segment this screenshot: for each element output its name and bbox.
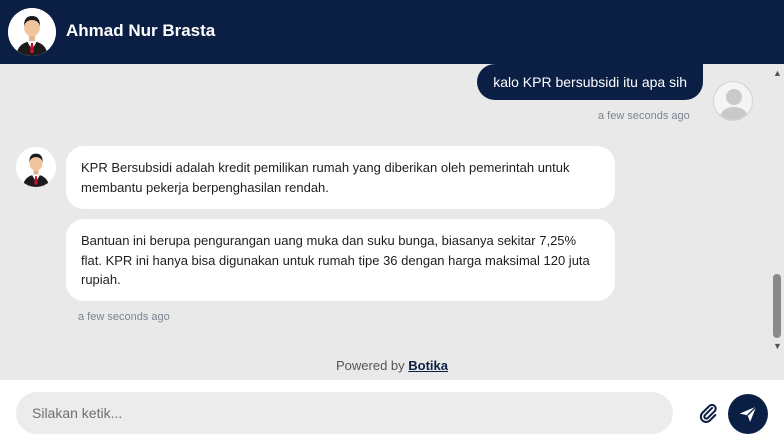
- bot-name: Ahmad Nur Brasta: [66, 21, 216, 40]
- bot-avatar: [16, 147, 56, 187]
- send-button[interactable]: [728, 394, 768, 434]
- user-avatar: [713, 81, 753, 121]
- bot-message-timestamp: a few seconds ago: [78, 311, 170, 323]
- bot-message-bubble: KPR Bersubsidi adalah kredit pemilikan r…: [66, 146, 615, 209]
- powered-by: Powered by Botika: [0, 358, 784, 373]
- message-input[interactable]: [16, 392, 673, 434]
- chat-area[interactable]: kalo KPR bersubsidi itu apa sih a few se…: [0, 64, 770, 380]
- powered-by-prefix: Powered by: [335, 358, 405, 373]
- user-message-bubble: kalo KPR bersubsidi itu apa sih: [477, 64, 703, 100]
- bot-avatar-header: [8, 8, 56, 56]
- chat-header: Ahmad Nur Brasta: [0, 0, 784, 64]
- scrollbar-thumb[interactable]: [773, 274, 781, 338]
- chat-scrollbar[interactable]: ▲ ▼: [770, 64, 784, 354]
- user-message-timestamp: a few seconds ago: [598, 110, 690, 122]
- composer: [0, 380, 784, 445]
- send-icon: [739, 406, 757, 422]
- botika-link[interactable]: Botika: [408, 358, 448, 373]
- scroll-up-arrow-icon[interactable]: ▲: [773, 68, 782, 78]
- paperclip-icon[interactable]: [697, 402, 719, 424]
- scroll-down-arrow-icon[interactable]: ▼: [773, 341, 782, 351]
- bot-message-bubble: Bantuan ini berupa pengurangan uang muka…: [66, 219, 615, 301]
